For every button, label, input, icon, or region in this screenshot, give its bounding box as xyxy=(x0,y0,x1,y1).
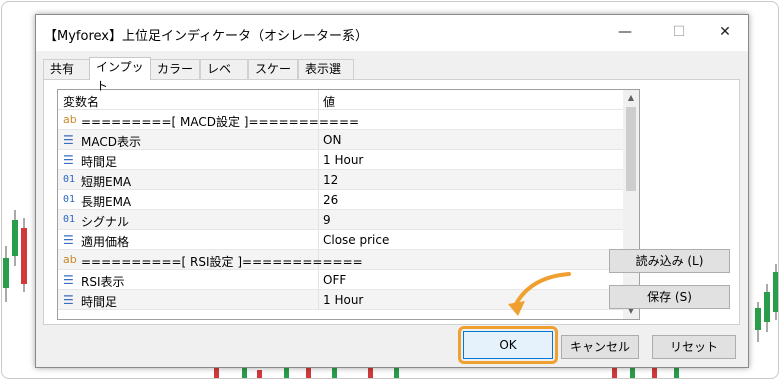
table-row[interactable]: ab ==========[ RSI設定 ]============ xyxy=(58,250,623,270)
table-row[interactable]: MACD表示 ON xyxy=(58,130,623,150)
param-name: 短期EMA xyxy=(81,175,132,189)
param-name: RSI表示 xyxy=(81,275,125,289)
tab-inputs[interactable]: インプット xyxy=(89,57,151,93)
tab-scale[interactable]: スケール xyxy=(248,59,298,95)
minimize-icon[interactable]: — xyxy=(602,15,648,49)
integer-param-icon: 01 xyxy=(63,214,76,225)
title-bar[interactable]: 【Myforex】上位足インディケータ（オシレーター系） — ☐ ✕ xyxy=(36,15,748,51)
text-param-icon: ab xyxy=(63,253,77,266)
param-value[interactable]: 1 Hour xyxy=(323,293,363,307)
inputs-panel: 変数名 値 ab =========[ MACD設定 ]=========== M… xyxy=(43,79,740,325)
table-row[interactable]: 01 シグナル 9 xyxy=(58,210,623,230)
scroll-thumb[interactable] xyxy=(626,107,636,191)
param-name: 時間足 xyxy=(81,295,118,309)
tab-visualization[interactable]: 表示選択 xyxy=(298,59,354,95)
param-value[interactable]: 12 xyxy=(323,173,338,187)
table-row[interactable]: 01 長期EMA 26 xyxy=(58,190,623,210)
param-value[interactable]: 1 Hour xyxy=(323,153,363,167)
list-param-icon xyxy=(63,153,74,169)
param-name: =========[ MACD設定 ]=========== xyxy=(81,115,360,129)
reset-button[interactable]: リセット xyxy=(652,335,736,359)
maximize-icon[interactable]: ☐ xyxy=(656,15,702,49)
ok-button[interactable]: OK xyxy=(463,331,553,359)
param-name: 時間足 xyxy=(81,155,118,169)
tab-common[interactable]: 共有 xyxy=(43,59,90,79)
grid-header: 変数名 値 xyxy=(58,90,623,110)
pointer-arrow-icon xyxy=(508,272,571,316)
param-name: 適用価格 xyxy=(81,235,130,249)
table-row[interactable]: 01 短期EMA 12 xyxy=(58,170,623,190)
save-button[interactable]: 保存 (S) xyxy=(609,285,730,309)
table-row[interactable]: 適用価格 Close price xyxy=(58,230,623,250)
list-param-icon xyxy=(63,233,74,249)
tab-bar: 共有 インプット カラー レベル スケール 表示選択 xyxy=(43,57,743,95)
table-row[interactable]: ab =========[ MACD設定 ]=========== xyxy=(58,110,623,130)
scroll-up-icon[interactable]: ▲ xyxy=(623,90,639,106)
window-title: 【Myforex】上位足インディケータ（オシレーター系） xyxy=(44,29,369,44)
column-header-value: 値 xyxy=(323,95,336,109)
tab-levels[interactable]: レベル xyxy=(200,59,248,95)
param-value[interactable]: Close price xyxy=(323,233,389,247)
param-name: MACD表示 xyxy=(81,135,141,149)
integer-param-icon: 01 xyxy=(63,174,76,185)
tab-colors[interactable]: カラー xyxy=(150,59,200,79)
indicator-dialog: 【Myforex】上位足インディケータ（オシレーター系） — ☐ ✕ 共有 イン… xyxy=(35,14,749,368)
cancel-button[interactable]: キャンセル xyxy=(561,335,639,359)
screenshot-frame: 【Myforex】上位足インディケータ（オシレーター系） — ☐ ✕ 共有 イン… xyxy=(1,1,779,379)
param-name: 長期EMA xyxy=(81,195,132,209)
close-icon[interactable]: ✕ xyxy=(702,15,748,49)
param-value[interactable]: OFF xyxy=(323,273,346,287)
table-row[interactable]: 時間足 1 Hour xyxy=(58,150,623,170)
integer-param-icon: 01 xyxy=(63,194,76,205)
list-param-icon xyxy=(63,293,74,309)
list-param-icon xyxy=(63,133,74,149)
load-button[interactable]: 読み込み (L) xyxy=(609,249,730,273)
param-value[interactable]: ON xyxy=(323,133,341,147)
text-param-icon: ab xyxy=(63,113,77,126)
list-param-icon xyxy=(63,273,74,289)
param-value[interactable]: 26 xyxy=(323,193,338,207)
param-name: シグナル xyxy=(81,215,130,229)
column-header-name: 変数名 xyxy=(63,95,100,109)
param-value[interactable]: 9 xyxy=(323,213,331,227)
